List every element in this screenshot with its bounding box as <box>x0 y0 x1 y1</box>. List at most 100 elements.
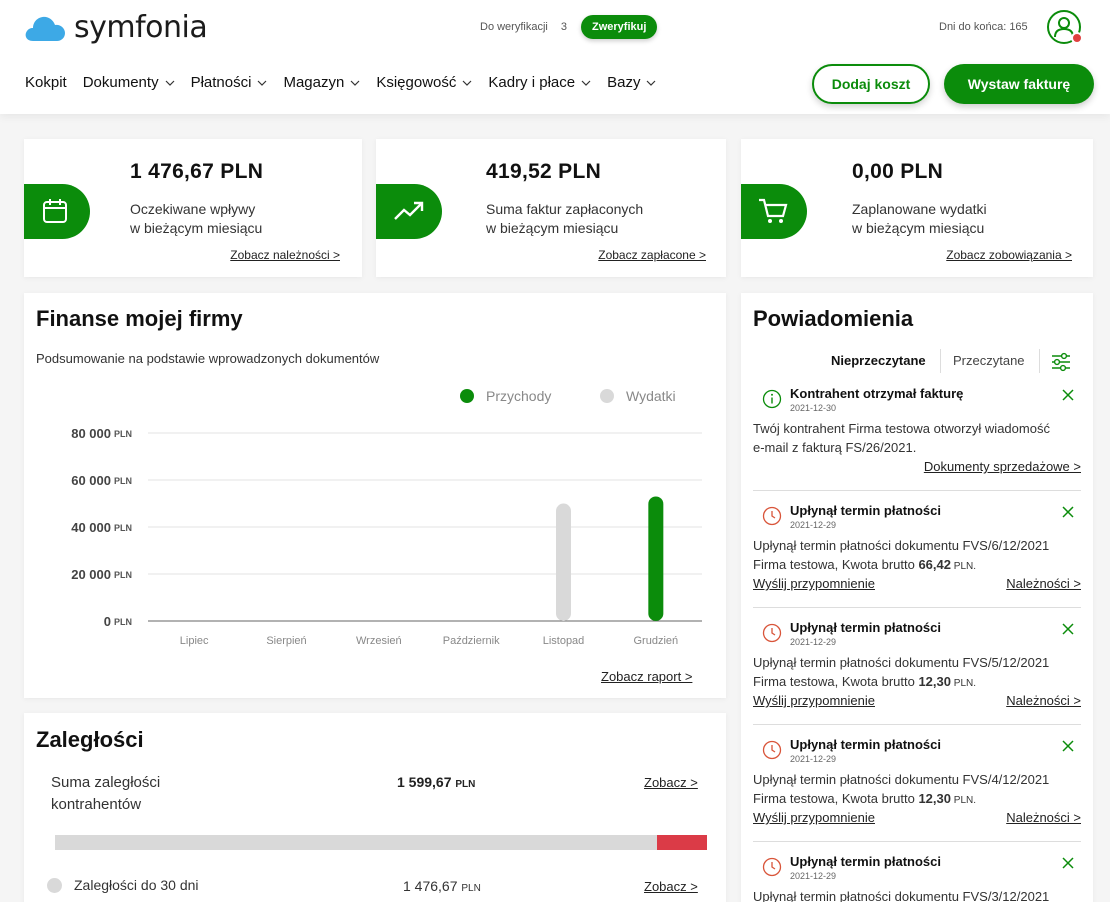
legend-expenses-label: Wydatki <box>626 388 676 404</box>
send-reminder-link[interactable]: Wyślij przypomnienie <box>753 576 875 591</box>
send-reminder-link[interactable]: Wyślij przypomnienie <box>753 810 875 825</box>
filter-settings-icon[interactable] <box>1051 352 1071 372</box>
y-tick-unit: PLN <box>114 429 132 439</box>
stat-description: Oczekiwane wpływy w bieżącym miesiącu <box>130 200 262 238</box>
nav-item-księgowość[interactable]: Księgowość <box>376 74 472 91</box>
clock-icon <box>762 740 782 760</box>
overdue-30-value: 1 476,67 PLN <box>403 878 481 894</box>
y-tick-unit: PLN <box>114 570 132 580</box>
notification-body-line-2: Firma testowa, Kwota brutto 12,30 PLN. <box>753 672 1049 693</box>
stat-desc-line-1: Oczekiwane wpływy <box>130 201 256 217</box>
nav-item-kokpit[interactable]: Kokpit <box>25 74 67 91</box>
notification-body: Upłynął termin płatności dokumentu FVS/6… <box>753 536 1049 576</box>
logo-text: symfonia <box>74 10 208 45</box>
tab-unread[interactable]: Nieprzeczytane <box>831 353 926 368</box>
chevron-down-icon <box>647 80 656 86</box>
cloud-logo-icon <box>25 16 65 41</box>
chevron-down-icon <box>165 80 175 86</box>
overdue-see-link[interactable]: Zobacz > <box>644 775 698 790</box>
dismiss-icon[interactable] <box>1061 739 1075 753</box>
overdue-30-see-link[interactable]: Zobacz > <box>644 879 698 894</box>
notification-body: Twój kontrahent Firma testowa otworzył w… <box>753 419 1050 457</box>
finance-subtitle: Podsumowanie na podstawie wprowadzonych … <box>36 351 380 366</box>
stat-desc-line-2: w bieżącym miesiącu <box>852 220 985 236</box>
see-receivables-link[interactable]: Zobacz należności > <box>230 248 340 262</box>
top-header: symfonia Do weryfikacji 3 Zweryfikuj Dni… <box>0 0 1110 114</box>
nav-item-kadry-i-płace[interactable]: Kadry i płace <box>488 74 591 91</box>
notification-body-line-1: Upłynął termin płatności dokumentu FVS/5… <box>753 655 1050 670</box>
notification-date: 2021-12-29 <box>790 637 837 647</box>
bar-przychody <box>648 496 664 621</box>
notification-divider <box>753 724 1081 725</box>
to-verify-count: 3 <box>560 21 567 33</box>
notification-amount-unit: PLN. <box>951 561 977 572</box>
overdue-title: Zaległości <box>36 727 144 752</box>
nav-item-dokumenty[interactable]: Dokumenty <box>83 74 175 91</box>
dismiss-icon[interactable] <box>1061 505 1075 519</box>
clock-icon <box>762 506 782 526</box>
verify-button[interactable]: Zweryfikuj <box>580 15 658 39</box>
x-tick-label: Wrzesień <box>356 635 402 647</box>
stat-badge <box>741 184 807 239</box>
nav-item-label: Kokpit <box>25 74 67 91</box>
notification-amount-unit: PLN. <box>951 678 977 689</box>
notification-date: 2021-12-29 <box>790 520 837 530</box>
overdue-30-dot <box>47 878 62 893</box>
notification-body-line-1: Upłynął termin płatności dokumentu FVS/4… <box>753 772 1050 787</box>
notification-body: Upłynął termin płatności dokumentu FVS/5… <box>753 653 1049 693</box>
nav-item-bazy[interactable]: Bazy <box>607 74 656 91</box>
y-tick-unit: PLN <box>114 523 132 533</box>
tab-read[interactable]: Przeczytane <box>953 353 1025 368</box>
notification-amount-unit: PLN. <box>951 795 977 806</box>
notification-amount: 66,42 <box>918 557 951 572</box>
legend-income-label: Przychody <box>486 388 552 404</box>
legend-expenses-dot <box>600 389 614 403</box>
legend-expenses[interactable]: Wydatki <box>600 388 676 404</box>
user-avatar[interactable] <box>1047 10 1083 44</box>
sales-documents-link[interactable]: Dokumenty sprzedażowe > <box>924 459 1081 474</box>
nav-item-magazyn[interactable]: Magazyn <box>283 74 360 91</box>
stat-card-expected-income: 1 476,67 PLN Oczekiwane wpływy w bieżący… <box>24 139 362 277</box>
receivables-link[interactable]: Należności > <box>1006 810 1081 825</box>
see-paid-link[interactable]: Zobacz zapłacone > <box>598 248 706 262</box>
dismiss-icon[interactable] <box>1061 856 1075 870</box>
receivables-link[interactable]: Należności > <box>1006 693 1081 708</box>
x-tick-label: Listopad <box>543 635 585 647</box>
finance-title: Finanse mojej firmy <box>36 306 243 331</box>
dismiss-icon[interactable] <box>1061 388 1075 402</box>
clock-icon <box>762 623 782 643</box>
y-tick-label: 80 000 <box>71 426 111 441</box>
send-reminder-link[interactable]: Wyślij przypomnienie <box>753 693 875 708</box>
see-report-link[interactable]: Zobacz raport > <box>601 669 692 684</box>
issue-invoice-button[interactable]: Wystaw fakturę <box>944 64 1094 104</box>
notification-title: Upłynął termin płatności <box>790 620 941 635</box>
chevron-down-icon <box>462 80 472 86</box>
see-liabilities-link[interactable]: Zobacz zobowiązania > <box>946 248 1072 262</box>
stat-desc-line-1: Zaplanowane wydatki <box>852 201 987 217</box>
stat-desc-line-2: w bieżącym miesiącu <box>130 220 263 236</box>
legend-income[interactable]: Przychody <box>460 388 551 404</box>
stat-card-paid-invoices: 419,52 PLN Suma faktur zapłaconych w bie… <box>376 139 726 277</box>
notification-item: Upłynął termin płatności 2021-12-29 Upły… <box>753 503 1081 603</box>
notification-dot <box>1071 32 1083 44</box>
notification-amount-label: Firma testowa, Kwota brutto <box>753 791 919 806</box>
dismiss-icon[interactable] <box>1061 622 1075 636</box>
overdue-30-unit: PLN <box>461 883 481 894</box>
notifications-title: Powiadomienia <box>753 306 914 331</box>
symfonia-logo[interactable]: symfonia <box>24 10 208 45</box>
overdue-sum-amount: 1 599,67 <box>397 774 452 790</box>
nav-item-label: Magazyn <box>283 74 345 91</box>
notification-body: Upłynął termin płatności dokumentu FVS/3… <box>753 887 1049 902</box>
notification-date: 2021-12-29 <box>790 871 837 881</box>
add-cost-button[interactable]: Dodaj koszt <box>812 64 930 104</box>
nav-item-label: Księgowość <box>376 74 457 91</box>
nav-item-płatności[interactable]: Płatności <box>191 74 268 91</box>
y-tick-label: 60 000 <box>71 473 111 488</box>
x-tick-label: Sierpień <box>266 635 306 647</box>
to-verify-label: Do weryfikacji <box>480 21 548 33</box>
stat-amount: 419,52 PLN <box>486 160 602 183</box>
receivables-link[interactable]: Należności > <box>1006 576 1081 591</box>
x-tick-label: Październik <box>443 635 500 647</box>
overdue-30-label: Zaległości do 30 dni <box>74 877 199 893</box>
notification-divider <box>753 841 1081 842</box>
